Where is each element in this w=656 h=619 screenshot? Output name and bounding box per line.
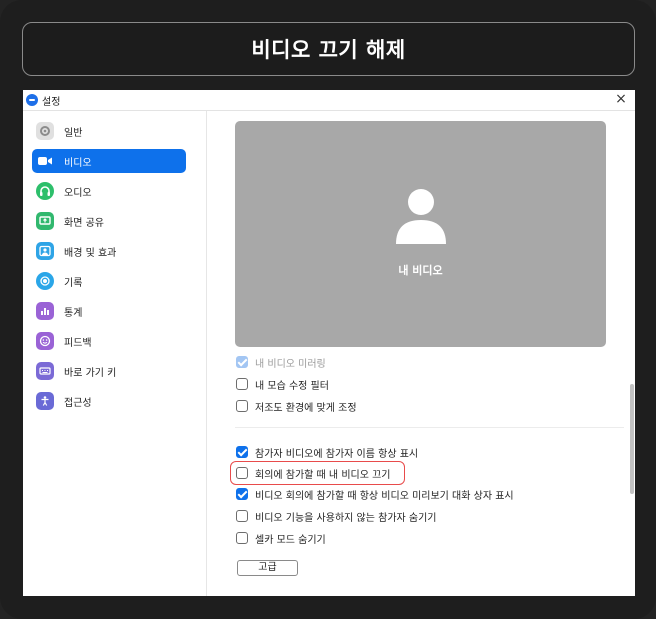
accessibility-icon xyxy=(36,392,54,410)
sidebar-item-label: 화면 공유 xyxy=(64,218,104,229)
record-icon xyxy=(36,272,54,290)
window-header: 설정 × xyxy=(23,90,635,110)
sidebar-item-video[interactable]: 비디오 xyxy=(32,149,186,173)
turn-off-video-checkbox[interactable] xyxy=(236,467,248,479)
video-settings-panel: 내 비디오 내 비디오 미러링 내 모습 수정 필터 저조도 환경에 맞게 조정… xyxy=(208,111,635,596)
sidebar-item-label: 오디오 xyxy=(64,188,92,199)
sidebar-item-label: 배경 및 효과 xyxy=(64,248,117,259)
sidebar-item-shortcuts[interactable]: 바로 가기 키 xyxy=(32,359,186,383)
camera-icon xyxy=(36,152,54,170)
settings-sidebar: 일반 비디오 오디오 화면 공유 배경 및 효과 기록 통계 피드백 바로 가기… xyxy=(23,111,207,596)
option-label: 셀카 모드 숨기기 xyxy=(255,534,326,546)
sidebar-item-label: 일반 xyxy=(64,128,83,139)
show-names-checkbox[interactable] xyxy=(236,446,248,458)
option-always-show-names[interactable]: 참가자 비디오에 참가자 이름 항상 표시 xyxy=(236,444,418,460)
tutorial-banner: 비디오 끄기 해제 xyxy=(22,22,635,76)
user-avatar-icon xyxy=(396,189,446,244)
feedback-icon xyxy=(36,332,54,350)
sidebar-item-label: 바로 가기 키 xyxy=(64,368,117,379)
advanced-button[interactable]: 고급 xyxy=(237,560,298,576)
sidebar-item-label: 피드백 xyxy=(64,338,92,349)
keyboard-icon xyxy=(36,362,54,380)
sidebar-item-audio[interactable]: 오디오 xyxy=(32,179,186,203)
video-preview: 내 비디오 xyxy=(235,121,606,347)
section-divider xyxy=(235,427,624,428)
sidebar-item-statistics[interactable]: 통계 xyxy=(32,299,186,323)
sidebar-item-accessibility[interactable]: 접근성 xyxy=(32,389,186,413)
close-button[interactable]: × xyxy=(613,91,629,107)
sidebar-item-label: 접근성 xyxy=(64,398,92,409)
outer-frame: 비디오 끄기 해제 설정 × 일반 비디오 오디오 화면 공유 배경 및 효과 … xyxy=(0,0,656,619)
zoom-logo-icon xyxy=(26,94,38,106)
sidebar-item-label: 기록 xyxy=(64,278,83,289)
option-label: 비디오 기능을 사용하지 않는 참가자 숨기기 xyxy=(255,512,437,524)
window-title: 설정 xyxy=(42,97,61,108)
option-label: 회의에 참가할 때 내 비디오 끄기 xyxy=(255,469,391,481)
settings-window: 설정 × 일반 비디오 오디오 화면 공유 배경 및 효과 기록 통계 피드백 … xyxy=(23,90,635,596)
option-label: 비디오 회의에 참가할 때 항상 비디오 미리보기 대화 상자 표시 xyxy=(255,490,514,502)
preview-dialog-checkbox[interactable] xyxy=(236,488,248,500)
scrollbar-thumb[interactable] xyxy=(630,384,634,494)
sidebar-item-background-effects[interactable]: 배경 및 효과 xyxy=(32,239,186,263)
sidebar-item-general[interactable]: 일반 xyxy=(32,119,186,143)
option-label: 참가자 비디오에 참가자 이름 항상 표시 xyxy=(255,448,419,460)
option-hide-self-view[interactable]: 셀카 모드 숨기기 xyxy=(236,530,326,546)
banner-title: 비디오 끄기 해제 xyxy=(251,38,406,62)
preview-label: 내 비디오 xyxy=(398,264,443,277)
share-screen-icon xyxy=(36,212,54,230)
option-mirror-video[interactable]: 내 비디오 미러링 xyxy=(236,354,326,370)
option-show-preview-dialog[interactable]: 비디오 회의에 참가할 때 항상 비디오 미리보기 대화 상자 표시 xyxy=(236,486,514,502)
low-light-checkbox[interactable] xyxy=(236,400,248,412)
gear-icon xyxy=(36,122,54,140)
option-low-light[interactable]: 저조도 환경에 맞게 조정 xyxy=(236,398,357,414)
mirror-video-checkbox[interactable] xyxy=(236,356,248,368)
sidebar-item-feedback[interactable]: 피드백 xyxy=(32,329,186,353)
sidebar-item-label: 통계 xyxy=(64,308,83,319)
statistics-icon xyxy=(36,302,54,320)
hide-non-video-checkbox[interactable] xyxy=(236,510,248,522)
sidebar-item-label: 비디오 xyxy=(64,158,92,169)
option-label: 저조도 환경에 맞게 조정 xyxy=(255,402,357,414)
option-hide-non-video[interactable]: 비디오 기능을 사용하지 않는 참가자 숨기기 xyxy=(236,508,437,524)
background-icon xyxy=(36,242,54,260)
option-label: 내 비디오 미러링 xyxy=(255,358,326,370)
touch-up-checkbox[interactable] xyxy=(236,378,248,390)
sidebar-item-share-screen[interactable]: 화면 공유 xyxy=(32,209,186,233)
headphones-icon xyxy=(36,182,54,200)
sidebar-item-recording[interactable]: 기록 xyxy=(32,269,186,293)
option-label: 내 모습 수정 필터 xyxy=(255,380,329,392)
option-turn-off-video-on-join[interactable]: 회의에 참가할 때 내 비디오 끄기 xyxy=(236,465,391,481)
option-touch-up-appearance[interactable]: 내 모습 수정 필터 xyxy=(236,376,329,392)
hide-self-view-checkbox[interactable] xyxy=(236,532,248,544)
